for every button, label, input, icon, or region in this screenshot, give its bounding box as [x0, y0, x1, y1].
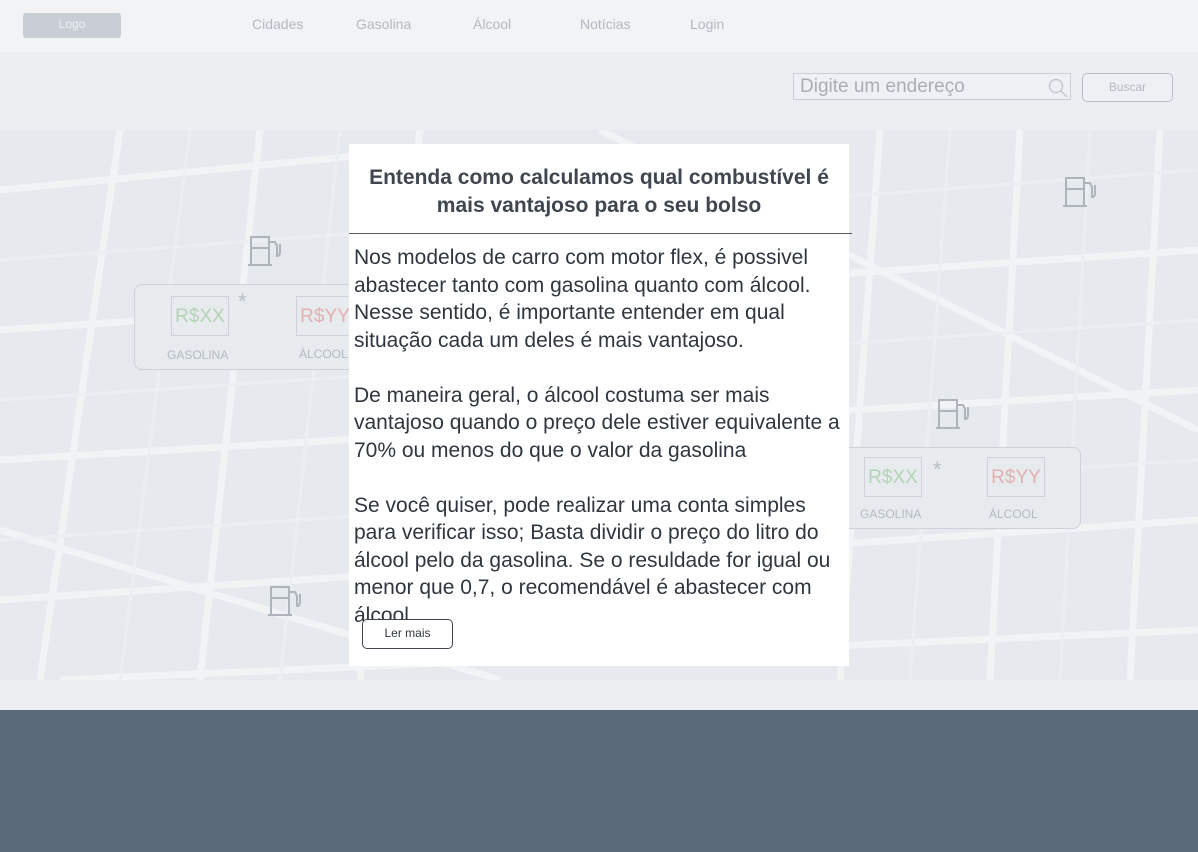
modal-paragraph: Se você quiser, pode realizar uma conta … [354, 493, 831, 627]
asterisk: * [238, 289, 247, 314]
logo[interactable]: Logo [23, 13, 121, 38]
modal-paragraph: De maneira geral, o álcool costuma ser m… [354, 383, 840, 462]
footer [0, 710, 1198, 852]
fuel-pump-icon[interactable] [268, 584, 306, 623]
nav-login[interactable]: Login [690, 16, 724, 32]
alcohol-price: R$YY [296, 296, 354, 336]
map-bottom-strip [0, 680, 1198, 710]
fuel-pump-icon[interactable] [248, 234, 286, 273]
alcohol-price: R$YY [987, 457, 1045, 497]
nav-alcool[interactable]: Álcool [473, 16, 511, 32]
read-more-button[interactable]: Ler mais [362, 619, 453, 649]
address-search-input[interactable]: Digite um endereço [793, 73, 1071, 100]
alcohol-label: ÁLCOOL [299, 347, 348, 361]
gasoline-label: GASOLINA [860, 507, 922, 521]
modal-body: Nos modelos de carro com motor flex, é p… [354, 244, 846, 657]
search-icon[interactable] [1048, 78, 1068, 103]
modal-divider [349, 233, 852, 234]
asterisk: * [933, 457, 942, 482]
modal-title: Entenda como calculamos qual combustível… [369, 166, 829, 217]
gasoline-label: GASOLINA [167, 348, 229, 362]
info-modal: Entenda como calculamos qual combustível… [349, 144, 852, 666]
fuel-pump-icon[interactable] [1063, 175, 1101, 214]
gasoline-price: R$XX [171, 296, 229, 336]
gasoline-price: R$XX [864, 457, 922, 497]
top-header: Logo Cidades Gasolina Álcool Notícias Lo… [0, 0, 1198, 52]
modal-paragraph: Nos modelos de carro com motor flex, é p… [354, 246, 811, 352]
nav-cidades[interactable]: Cidades [252, 16, 303, 32]
search-button[interactable]: Buscar [1082, 73, 1173, 102]
nav-gasolina[interactable]: Gasolina [356, 16, 411, 32]
alcohol-label: ÁLCOOL [989, 507, 1038, 521]
fuel-pump-icon[interactable] [936, 397, 974, 436]
nav-noticias[interactable]: Notícias [580, 16, 631, 32]
